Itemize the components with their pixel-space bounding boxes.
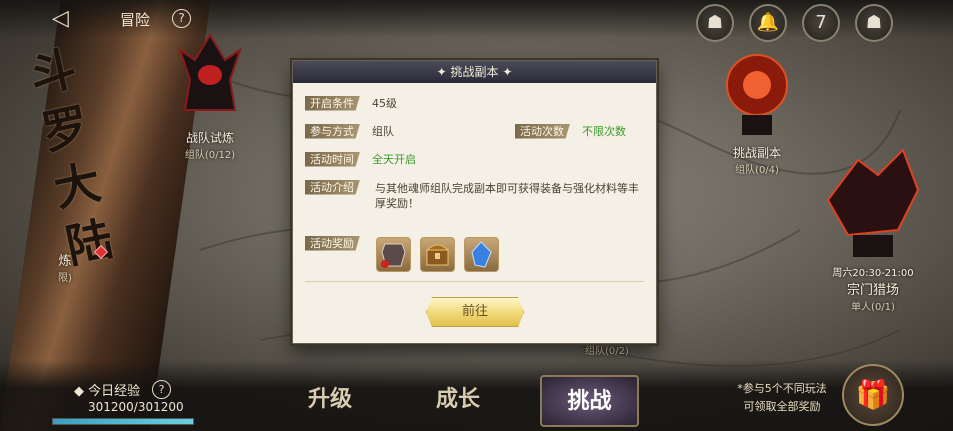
tab-upgrade[interactable]: 升级 (280, 375, 380, 423)
calendar-day: 7 (815, 12, 827, 33)
node-sub: 组队(0/2) (585, 346, 629, 357)
exp-progress-fill (53, 419, 193, 424)
map-node-challenge-dungeon[interactable]: 挑战副本 组队(0/4) (712, 45, 802, 176)
exp-progress-bar (52, 418, 194, 425)
intro-value: 与其他魂师组队完成副本即可获得装备与强化材料等丰厚奖励！ (375, 182, 639, 210)
node-name: 挑战副本 (732, 146, 781, 160)
calendar-icon[interactable]: 7 (802, 4, 840, 42)
node-sub: 组队(0/12) (184, 150, 236, 161)
node-name: 战队试炼 (185, 131, 234, 145)
node-sub: 单人(0/1) (851, 302, 895, 313)
mask-icon-2[interactable]: ☗ (855, 4, 893, 42)
go-button[interactable]: 前往 (426, 297, 524, 327)
times-value: 不限次数 (582, 125, 626, 138)
node-time: 周六20:30-21:00 (832, 268, 914, 279)
mode-label: 参与方式 (305, 123, 360, 139)
exp-value: 301200/301200 (88, 400, 184, 414)
modal-title: 挑战副本 (450, 65, 499, 79)
requirement-value: 45级 (372, 97, 397, 110)
dragon-tower-icon (826, 148, 920, 257)
exp-label: ◆ 今日经验 (74, 380, 140, 399)
row-time: 活动时间 全天开启 (305, 151, 416, 167)
intro-label: 活动介绍 (305, 179, 360, 195)
bell-settings-icon[interactable]: 🔔 (749, 4, 787, 42)
time-value: 全天开启 (372, 153, 416, 166)
row-mode: 参与方式 组队 (305, 123, 394, 139)
armor-chest-icon[interactable] (376, 237, 411, 272)
node-sub: 限) (58, 273, 72, 284)
row-reward: 活动奖励 (305, 235, 360, 251)
node-name: 宗门猎场 (846, 283, 899, 298)
map-node-team-trial[interactable]: 战队试炼 组队(0/12) (165, 30, 255, 161)
reward-hint: *参与5个不同玩法 可领取全部奖励 (727, 380, 837, 416)
hint-line-2: 可领取全部奖励 (743, 400, 821, 413)
gift-box-icon[interactable]: 🎁 (842, 364, 904, 426)
row-intro: 活动介绍 (305, 179, 360, 195)
reward-label: 活动奖励 (305, 235, 360, 251)
tab-challenge[interactable]: 挑战 (540, 375, 639, 427)
times-label: 活动次数 (515, 123, 570, 139)
help-icon[interactable]: ? (172, 9, 191, 28)
tab-growth[interactable]: 成长 (408, 375, 508, 423)
row-times: 活动次数 不限次数 (515, 123, 626, 139)
challenge-dungeon-modal: ✦ 挑战副本 ✦ 开启条件 45级 参与方式 组队 活动次数 不限次数 活动时间… (292, 60, 657, 344)
page-title: 冒险 (120, 11, 151, 29)
blue-crystal-icon[interactable] (464, 237, 499, 272)
map-node-sect-hunt[interactable]: 周六20:30-21:00 宗门猎场 单人(0/1) (818, 140, 928, 313)
modal-header: ✦ 挑战副本 ✦ (293, 61, 656, 83)
node-name: 炼 (58, 254, 72, 269)
treasure-chest-icon[interactable] (420, 237, 455, 272)
map-node-partial-left[interactable]: 炼 限) (58, 250, 72, 284)
mode-value: 组队 (372, 125, 394, 138)
back-button[interactable]: ◁ (52, 6, 100, 31)
exp-label-text: 今日经验 (88, 384, 141, 399)
hint-line-1: *参与5个不同玩法 (737, 382, 827, 395)
requirement-label: 开启条件 (305, 95, 360, 111)
dark-tower-icon (178, 33, 242, 111)
star-icon: ✦ (436, 65, 451, 79)
node-sub: 组队(0/4) (735, 165, 779, 176)
mask-icon[interactable]: ☗ (696, 4, 734, 42)
map-node-partial-bottom[interactable]: 组队(0/2) (585, 342, 629, 357)
row-requirement: 开启条件 45级 (305, 95, 397, 111)
star-icon: ✦ (498, 65, 513, 79)
diamond-bullet-icon: ◆ (74, 384, 89, 399)
exp-help-icon[interactable]: ? (152, 380, 171, 399)
divider (305, 281, 644, 282)
red-orb-tower-icon (726, 54, 788, 135)
back-arrow-icon: ◁ (52, 6, 69, 31)
time-label: 活动时间 (305, 151, 360, 167)
